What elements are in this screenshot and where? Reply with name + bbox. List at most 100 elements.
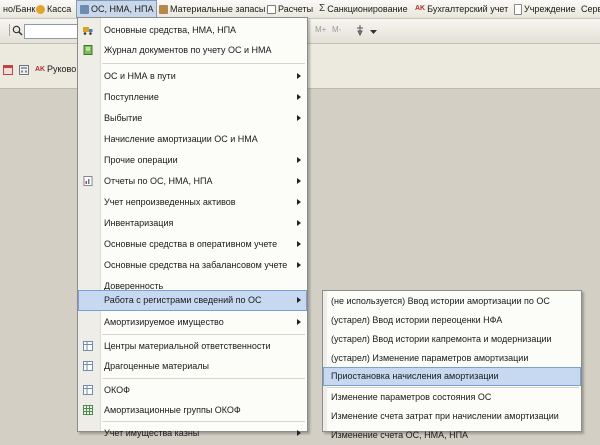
- grid-icon: [83, 405, 93, 415]
- assets-dropdown-menu: Основные средства, НМА, НПА Журнал докум…: [77, 17, 308, 438]
- submenu-item-cost-account[interactable]: Изменение счета затрат при начислении ам…: [323, 407, 581, 426]
- table-icon: [83, 385, 93, 395]
- menu-accounting[interactable]: AK Бухгалтерский учет: [412, 0, 511, 18]
- menu-institution[interactable]: Учреждение: [511, 0, 579, 18]
- menu-item-reports[interactable]: Отчеты по ОС, НМА, НПА: [78, 171, 307, 191]
- menu-inventory-label: Материальные запасы: [170, 4, 266, 14]
- menu-item-in-transit[interactable]: ОС и НМА в пути: [78, 66, 307, 86]
- submenu-item-repair-history[interactable]: (устарел) Ввод истории капремонта и моде…: [323, 330, 581, 349]
- menu-item-registers[interactable]: Работа с регистрами сведений по ОС: [78, 290, 307, 311]
- chevron-right-icon: [297, 297, 301, 303]
- menu-item-nonproduced-assets[interactable]: Учет непроизведенных активов: [78, 192, 307, 212]
- menu-item-depreciation[interactable]: Начисление амортизации ОС и НМА: [78, 129, 307, 149]
- accounting-icon: AK: [415, 5, 426, 12]
- chevron-right-icon: [297, 94, 301, 100]
- submenu-item-state-params[interactable]: Изменение параметров состояния ОС: [323, 388, 581, 407]
- table-icon: [83, 341, 93, 351]
- menu-item-label: Драгоценные материалы: [104, 361, 209, 371]
- chevron-down-icon[interactable]: [369, 28, 377, 36]
- menu-item-label: ОКОФ: [104, 385, 130, 395]
- menu-item-responsibility-centers[interactable]: Центры материальной ответственности: [78, 336, 307, 356]
- memory-plus-button[interactable]: M+: [315, 25, 326, 34]
- submenu-item-suspend-depreciation[interactable]: Приостановка начисления амортизации: [323, 367, 581, 386]
- menu-inventory[interactable]: Материальные запасы: [156, 0, 268, 18]
- menu-kassa[interactable]: Касса: [33, 0, 74, 18]
- menu-item-label: Основные средства в оперативном учете: [104, 239, 278, 249]
- menu-assets[interactable]: ОС, НМА, НПА: [76, 0, 158, 18]
- chevron-right-icon: [297, 241, 301, 247]
- menu-item-journal[interactable]: Журнал документов по учету ОС и НМА: [78, 40, 307, 60]
- menu-item-inventory-check[interactable]: Инвентаризация: [78, 213, 307, 233]
- coins-icon: [36, 4, 45, 14]
- menu-item-depreciable-property[interactable]: Амортизируемое имущество: [78, 312, 307, 332]
- inventory-icon: [159, 4, 168, 14]
- submenu-item-label: Изменение счета затрат при начислении ам…: [331, 411, 559, 421]
- report-icon: [83, 176, 93, 186]
- chevron-right-icon: [297, 73, 301, 79]
- menu-item-label: Учет имущества казны: [104, 428, 200, 438]
- menu-separator: [102, 334, 305, 335]
- submenu-item-label: (устарел) Ввод истории переоценки НФА: [331, 315, 503, 325]
- chevron-right-icon: [297, 220, 301, 226]
- pin-icon[interactable]: [354, 23, 366, 37]
- document-icon: [514, 3, 522, 15]
- menu-item-label: Начисление амортизации ОС и НМА: [104, 134, 258, 144]
- submenu-item-label: Приостановка начисления амортизации: [331, 371, 499, 381]
- truck-icon: [83, 27, 93, 35]
- menu-sanction-label: Санкционирование: [327, 4, 408, 14]
- registers-submenu: (не используется) Ввод истории амортизац…: [322, 290, 582, 440]
- menu-item-label: Основные средства на забалансовом учете: [104, 260, 288, 270]
- menu-item-disposal[interactable]: Выбытие: [78, 108, 307, 128]
- menu-item-okof[interactable]: ОКОФ: [78, 380, 307, 400]
- submenu-item-label: Изменение параметров состояния ОС: [331, 392, 492, 402]
- submenu-item-label: Изменение счета ОС, НМА, НПА: [331, 430, 469, 440]
- menu-item-label: ОС и НМА в пути: [104, 71, 176, 81]
- menu-accounting-label: Бухгалтерский учет: [427, 4, 509, 14]
- menu-payments[interactable]: Расчеты: [264, 0, 316, 18]
- submenu-item-label: (устарел) Ввод истории капремонта и моде…: [331, 334, 552, 344]
- submenu-item-revaluation-history[interactable]: (устарел) Ввод истории переоценки НФА: [323, 311, 581, 330]
- assets-icon: [80, 4, 89, 14]
- submenu-item-asset-account[interactable]: Изменение счета ОС, НМА, НПА: [323, 426, 581, 445]
- menu-item-label: Центры материальной ответственности: [104, 341, 271, 351]
- chevron-right-icon: [297, 157, 301, 163]
- table-icon: [83, 361, 93, 371]
- menu-item-label: Амортизационные группы ОКОФ: [104, 405, 241, 415]
- menu-item-off-balance[interactable]: Основные средства на забалансовом учете: [78, 255, 307, 275]
- menu-item-okof-groups[interactable]: Амортизационные группы ОКОФ: [78, 400, 307, 420]
- menu-assets-label: ОС, НМА, НПА: [91, 4, 154, 14]
- menu-item-label: Поступление: [104, 92, 159, 102]
- payments-icon: [267, 4, 276, 14]
- menu-item-receipt[interactable]: Поступление: [78, 87, 307, 107]
- journal-icon: [83, 45, 93, 55]
- calculator-icon[interactable]: [18, 64, 29, 75]
- search-icon[interactable]: [10, 23, 24, 37]
- submenu-item-depreciation-params[interactable]: (устарел) Изменение параметров амортизац…: [323, 349, 581, 368]
- menu-kassa-label: Касса: [47, 4, 72, 14]
- submenu-item-label: (не используется) Ввод истории амортизац…: [331, 296, 550, 306]
- menu-item-label: Отчеты по ОС, НМА, НПА: [104, 176, 213, 186]
- calendar-icon[interactable]: [2, 64, 13, 75]
- bookmark-label[interactable]: Руково: [47, 64, 76, 74]
- menu-bank-label: но/Банк: [3, 4, 36, 14]
- accounting-shortcut-icon[interactable]: AK: [35, 64, 45, 75]
- menu-separator: [102, 63, 305, 64]
- menu-item-precious-materials[interactable]: Драгоценные материалы: [78, 356, 307, 376]
- menu-item-treasury-property[interactable]: Учет имущества казны: [78, 423, 307, 443]
- memory-minus-button[interactable]: M-: [332, 25, 341, 34]
- search-input[interactable]: [24, 24, 78, 39]
- menu-service[interactable]: Серв: [578, 0, 600, 18]
- menu-item-other-operations[interactable]: Прочие операции: [78, 150, 307, 170]
- menu-sanction[interactable]: Σ Санкционирование: [316, 0, 411, 18]
- menu-separator: [102, 421, 305, 422]
- submenu-item-depreciation-history[interactable]: (не используется) Ввод истории амортизац…: [323, 292, 581, 311]
- chevron-right-icon: [297, 319, 301, 325]
- chevron-right-icon: [297, 199, 301, 205]
- chevron-right-icon: [297, 178, 301, 184]
- menu-item-label: Выбытие: [104, 113, 143, 123]
- menu-item-label: Работа с регистрами сведений по ОС: [104, 295, 262, 305]
- menu-institution-label: Учреждение: [524, 4, 576, 14]
- menu-item-operational-accounting[interactable]: Основные средства в оперативном учете: [78, 234, 307, 254]
- menu-item-fixed-assets[interactable]: Основные средства, НМА, НПА: [78, 20, 307, 40]
- menu-service-label: Серв: [581, 4, 600, 14]
